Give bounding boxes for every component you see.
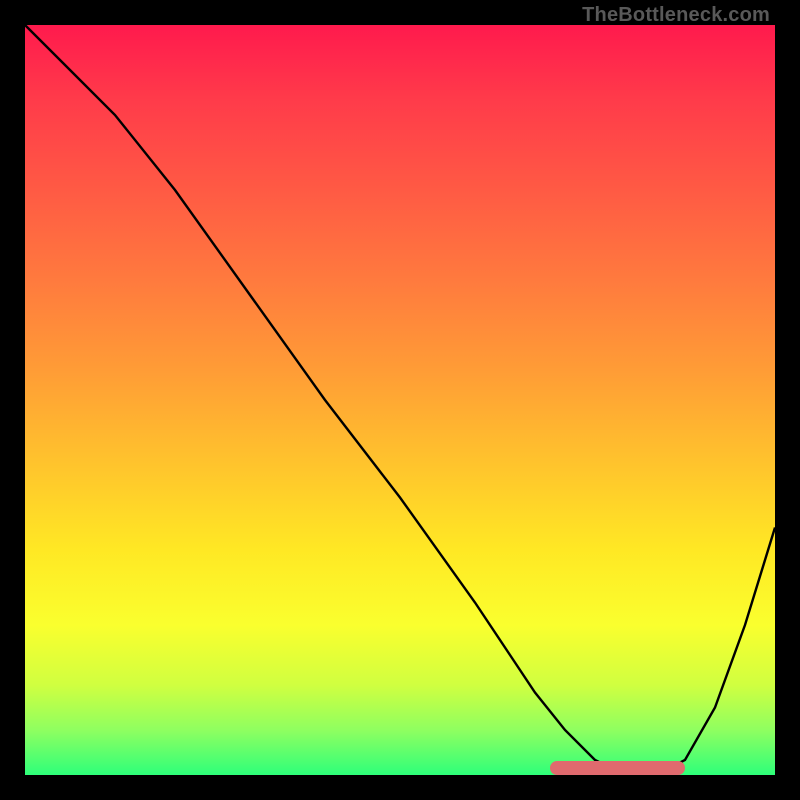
optimal-range-highlight [550, 761, 685, 775]
bottleneck-curve [25, 25, 775, 775]
chart-frame [25, 25, 775, 775]
attribution-label: TheBottleneck.com [582, 4, 770, 27]
